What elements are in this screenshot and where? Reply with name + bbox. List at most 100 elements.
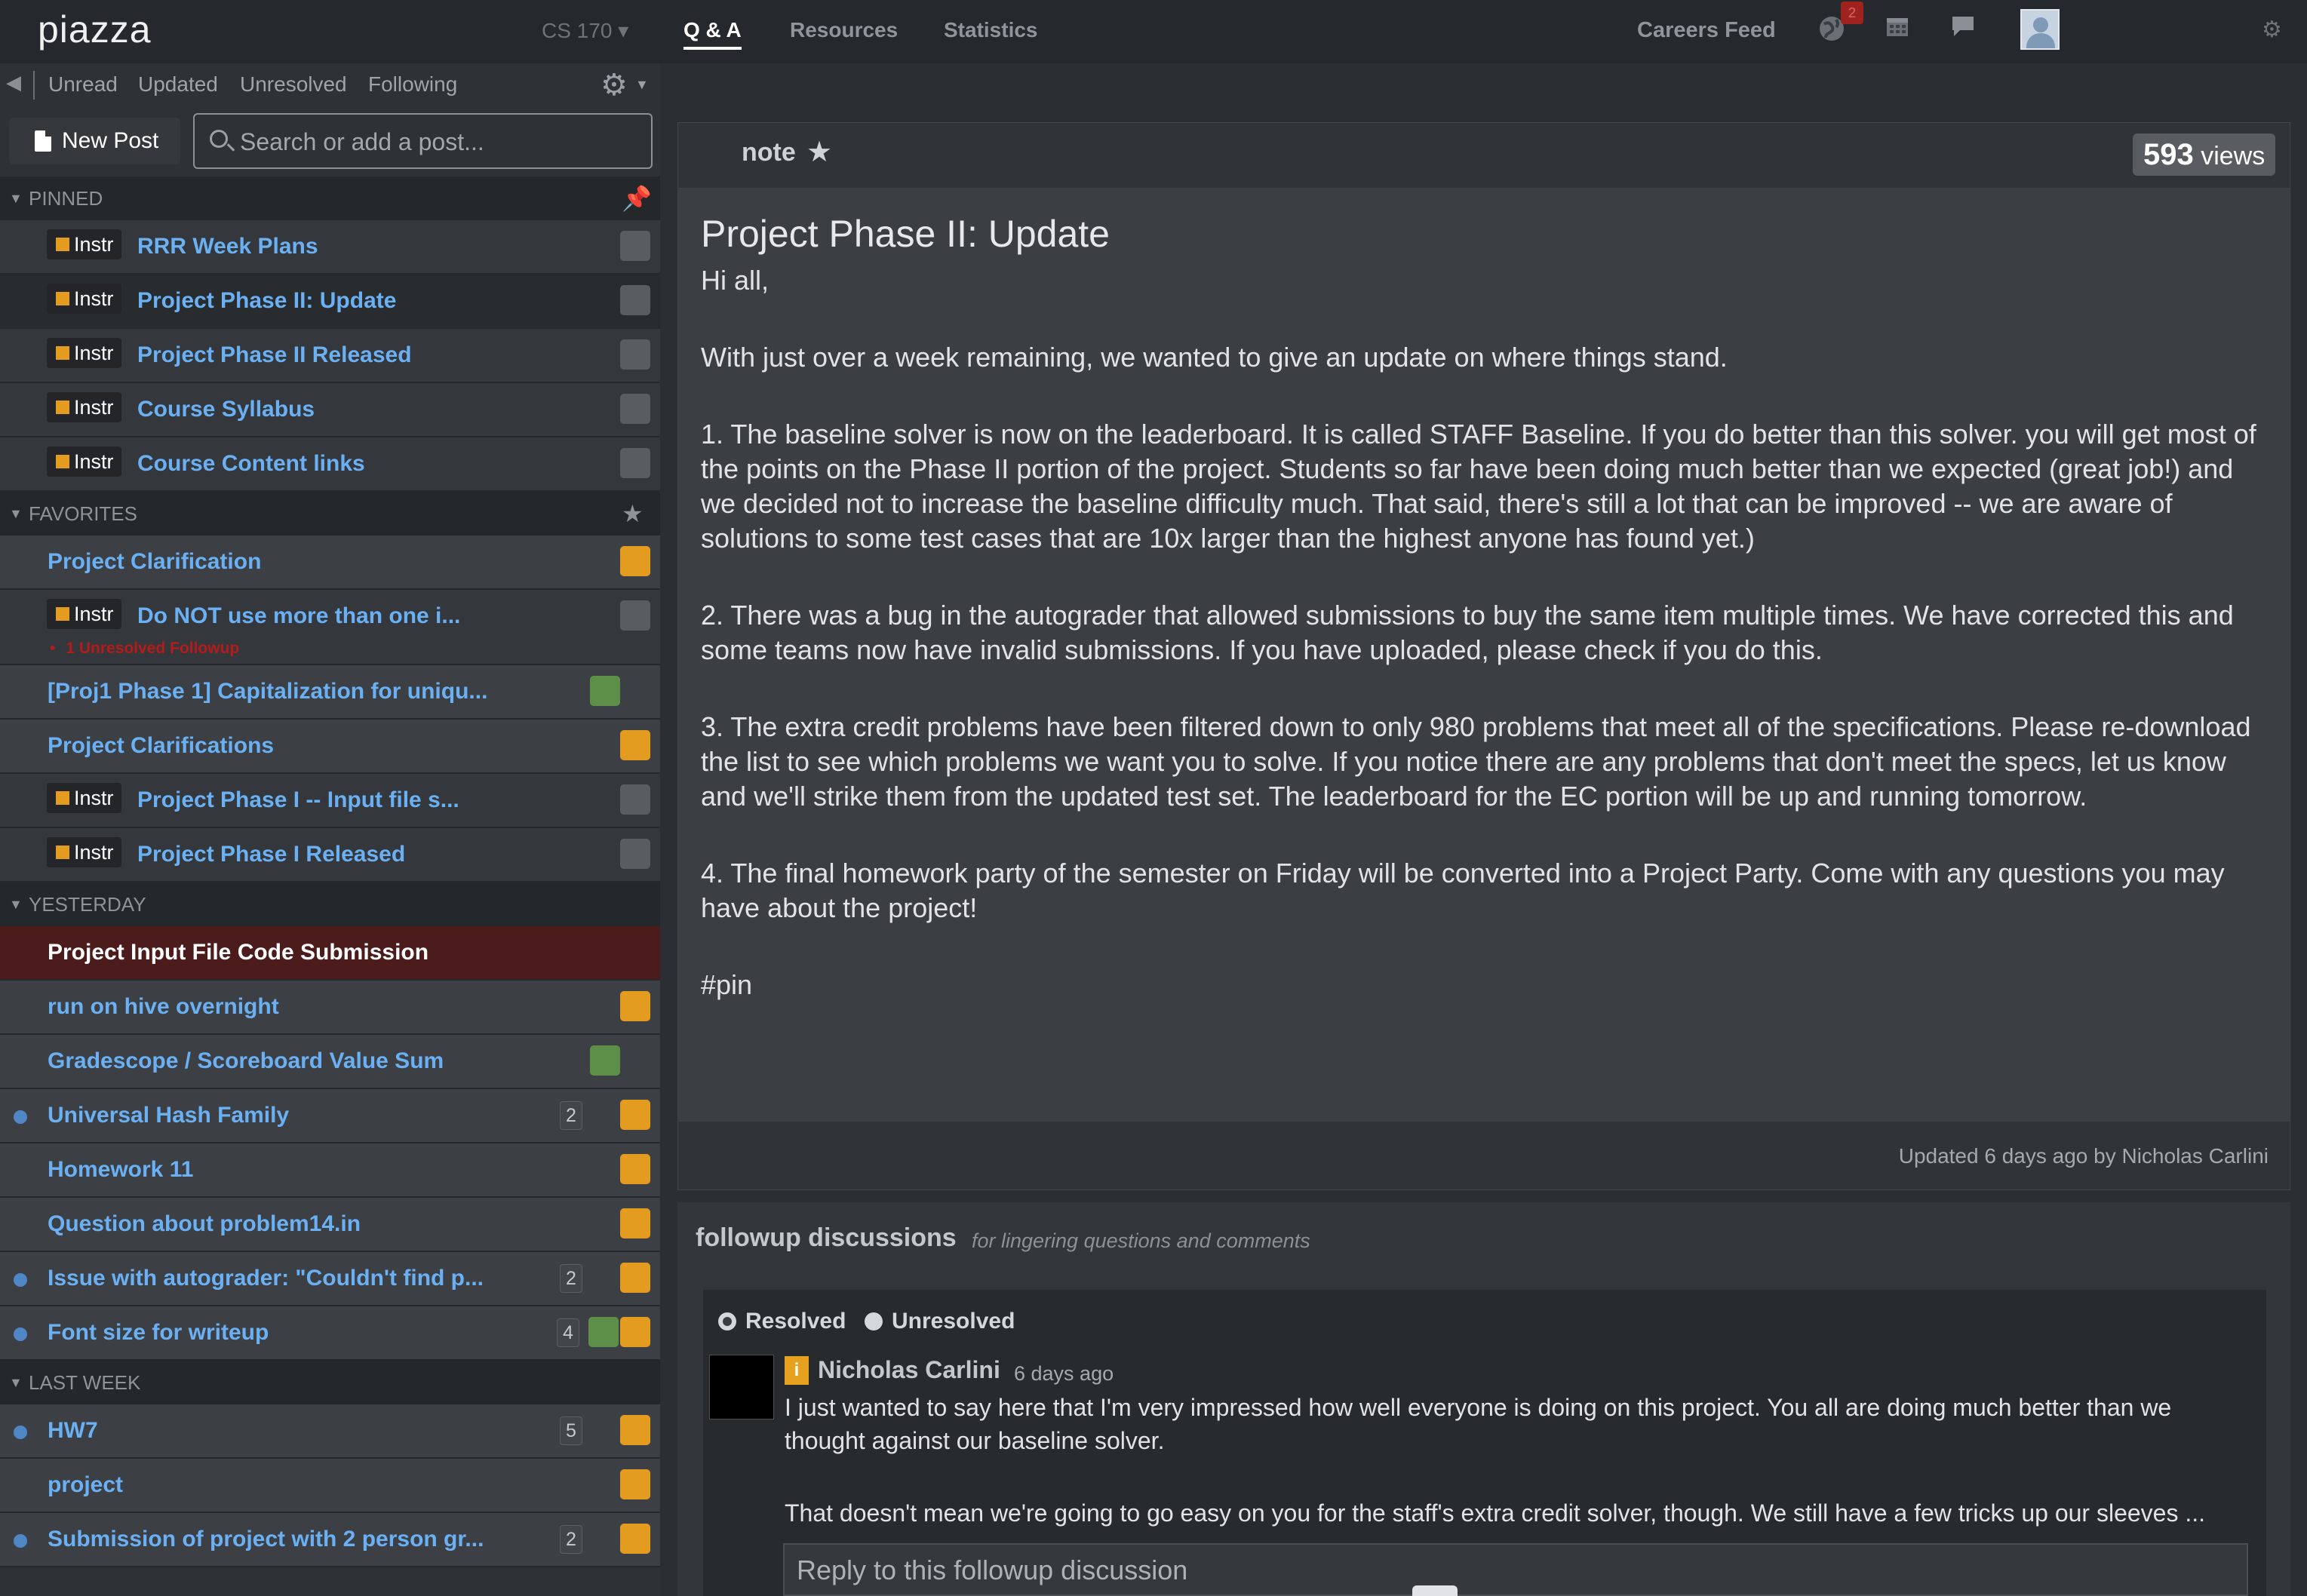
post-title[interactable]: Course Syllabus xyxy=(137,397,315,422)
status-square xyxy=(588,1317,619,1347)
group-header-last-week[interactable]: ▼ LAST WEEK xyxy=(0,1361,660,1404)
chat-icon[interactable] xyxy=(1949,14,1977,46)
avatar[interactable] xyxy=(2020,9,2060,50)
post-title[interactable]: Question about problem14.in xyxy=(48,1211,361,1237)
post-title[interactable]: Project Clarifications xyxy=(48,733,274,759)
post-title[interactable]: Gradescope / Scoreboard Value Sum xyxy=(48,1048,444,1074)
list-item[interactable]: [Proj1 Phase 1] Capitalization for uniqu… xyxy=(0,665,660,720)
views-count: 593 xyxy=(2143,138,2194,171)
filter-unread[interactable]: Unread xyxy=(48,72,118,97)
filter-updated[interactable]: Updated xyxy=(138,72,218,97)
list-item[interactable]: project xyxy=(0,1459,660,1513)
post-title[interactable]: Project Phase II Released xyxy=(137,342,412,368)
settings-icon[interactable]: ⚙ xyxy=(2262,17,2282,43)
new-post-label: New Post xyxy=(62,128,159,153)
collapse-feed-icon[interactable]: ◀ xyxy=(6,71,21,94)
list-item[interactable]: Universal Hash Family 2 xyxy=(0,1089,660,1143)
list-item[interactable]: Instr Course Syllabus xyxy=(0,383,660,437)
post-title[interactable]: RRR Week Plans xyxy=(137,234,318,259)
list-item[interactable]: Instr Course Content links xyxy=(0,437,660,492)
instructor-badge: Instr xyxy=(47,392,121,422)
list-item[interactable]: Question about problem14.in xyxy=(0,1198,660,1252)
post-title[interactable]: Submission of project with 2 person gr..… xyxy=(48,1527,484,1552)
caret-down-icon: ▼ xyxy=(9,506,23,521)
list-item[interactable]: Project Clarification xyxy=(0,536,660,590)
unread-dot xyxy=(14,1534,27,1548)
post-paragraph: 1. The baseline solver is now on the lea… xyxy=(701,419,2256,554)
list-item[interactable]: Instr Project Phase II Released xyxy=(0,329,660,383)
group-header-yesterday[interactable]: ▼ YESTERDAY xyxy=(0,882,660,926)
unread-dot xyxy=(14,1327,27,1341)
author-name[interactable]: Nicholas Carlini xyxy=(818,1356,1000,1384)
calendar-icon[interactable] xyxy=(1885,14,1910,46)
list-item[interactable]: Instr Project Phase I -- Input file s... xyxy=(0,774,660,828)
status-square xyxy=(620,1208,650,1238)
careers-feed-link[interactable]: Careers Feed xyxy=(1637,18,1776,43)
search-input[interactable] xyxy=(240,125,640,158)
list-item[interactable]: Issue with autograder: "Couldn't find p.… xyxy=(0,1252,660,1306)
post-title[interactable]: Font size for writeup xyxy=(48,1320,269,1346)
list-item[interactable]: Submission of project with 2 person gr..… xyxy=(0,1513,660,1567)
list-item[interactable]: Instr Project Phase I Released xyxy=(0,828,660,882)
followup-count: 2 xyxy=(560,1525,582,1554)
post-title[interactable]: [Proj1 Phase 1] Capitalization for uniqu… xyxy=(48,679,487,704)
list-item[interactable]: Instr Do NOT use more than one i... 1 Un… xyxy=(0,590,660,665)
post-title[interactable]: Project Input File Code Submission xyxy=(48,940,429,965)
list-item[interactable]: Project Clarifications xyxy=(0,720,660,774)
post-title[interactable]: Project Phase I -- Input file s... xyxy=(137,787,459,813)
updated-text: Updated 6 days ago by Nicholas Carlini xyxy=(1898,1144,2269,1168)
piazza-logo[interactable]: piazza xyxy=(38,8,152,51)
post-type-label: note xyxy=(742,138,796,167)
unresolved-radio[interactable]: Unresolved xyxy=(865,1306,1015,1337)
new-post-button[interactable]: New Post xyxy=(9,118,180,164)
followup-thread: Resolved Unresolved i Nicholas Carlini 6… xyxy=(703,1290,2266,1596)
reply-box[interactable] xyxy=(783,1543,2248,1596)
feed-list: ▼ PINNED 📌 Instr RRR Week Plans Instr Pr… xyxy=(0,176,660,1567)
resolved-radio[interactable]: Resolved xyxy=(718,1306,846,1337)
followup-paragraph: That doesn't mean we're going to go easy… xyxy=(785,1499,2206,1527)
post-title[interactable]: Project Phase II: Update xyxy=(137,288,396,314)
list-item[interactable]: HW7 5 xyxy=(0,1404,660,1459)
course-selector[interactable]: CS 170 ▾ xyxy=(542,18,628,43)
resize-handle[interactable] xyxy=(1412,1585,1458,1596)
status-square xyxy=(620,546,650,576)
tab-statistics[interactable]: Statistics xyxy=(944,18,1038,42)
post-title[interactable]: Universal Hash Family xyxy=(48,1103,289,1128)
list-item[interactable]: Project Input File Code Submission xyxy=(0,926,660,981)
list-item[interactable]: Gradescope / Scoreboard Value Sum xyxy=(0,1035,660,1089)
author-avatar[interactable] xyxy=(709,1355,774,1420)
status-square xyxy=(620,1469,650,1499)
post-title[interactable]: Do NOT use more than one i... xyxy=(137,603,460,629)
group-header-pinned[interactable]: ▼ PINNED 📌 xyxy=(0,176,660,220)
list-item[interactable]: Homework 11 xyxy=(0,1143,660,1198)
post-title[interactable]: Project Phase I Released xyxy=(137,842,405,867)
post-title[interactable]: project xyxy=(48,1472,123,1498)
post-title[interactable]: Course Content links xyxy=(137,451,365,477)
tab-resources[interactable]: Resources xyxy=(790,18,898,42)
group-label: LAST WEEK xyxy=(29,1371,141,1394)
post-title[interactable]: Project Clarification xyxy=(48,549,261,575)
list-item[interactable]: Font size for writeup 4 xyxy=(0,1306,660,1361)
chevron-down-icon[interactable]: ▼ xyxy=(635,77,649,93)
post-title[interactable]: Issue with autograder: "Couldn't find p.… xyxy=(48,1266,484,1291)
search-box[interactable] xyxy=(193,113,653,169)
tab-qa[interactable]: Q & A xyxy=(683,18,742,50)
post-paragraph: 4. The final homework party of the semes… xyxy=(701,858,2225,923)
status-square xyxy=(620,394,650,424)
gear-icon[interactable]: ⚙ xyxy=(601,68,628,103)
status-square xyxy=(590,676,620,706)
list-item-selected[interactable]: Instr Project Phase II: Update xyxy=(0,275,660,329)
filter-unresolved[interactable]: Unresolved xyxy=(240,72,347,97)
post-title[interactable]: Homework 11 xyxy=(48,1157,193,1183)
group-header-favorites[interactable]: ▼ FAVORITES ★ xyxy=(0,492,660,536)
list-item[interactable]: run on hive overnight xyxy=(0,981,660,1035)
star-icon[interactable]: ★ xyxy=(806,135,832,169)
post-title[interactable]: HW7 xyxy=(48,1418,98,1444)
filter-following[interactable]: Following xyxy=(368,72,457,97)
followup-section: followup discussions for lingering quest… xyxy=(677,1202,2290,1596)
reply-input[interactable] xyxy=(797,1552,2230,1588)
list-item[interactable]: Instr RRR Week Plans xyxy=(0,220,660,275)
post-title[interactable]: run on hive overnight xyxy=(48,994,279,1020)
post-title: Project Phase II: Update xyxy=(701,213,1110,255)
notification-badge[interactable]: 2 xyxy=(1841,2,1863,24)
